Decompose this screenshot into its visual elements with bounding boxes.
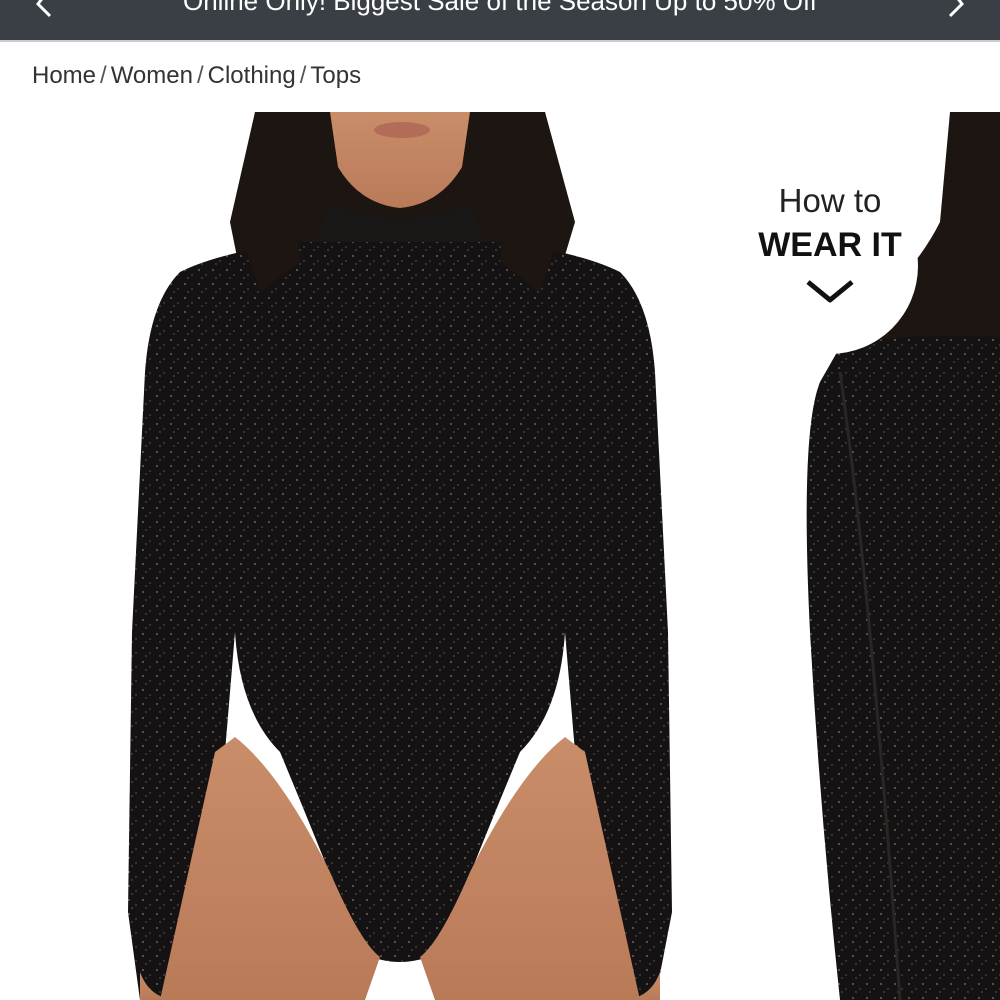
product-gallery[interactable]: How to WEAR IT bbox=[0, 112, 1000, 1000]
chevron-down-icon bbox=[806, 280, 854, 303]
breadcrumb-tops[interactable]: Tops bbox=[310, 62, 361, 89]
breadcrumb-home[interactable]: Home bbox=[32, 62, 96, 89]
how-to-wear-button[interactable]: How to WEAR IT bbox=[742, 178, 918, 354]
promo-next-button[interactable] bbox=[934, 0, 974, 18]
how-to-wear-line1: How to bbox=[778, 182, 882, 219]
product-image-main[interactable] bbox=[0, 112, 780, 1000]
how-to-wear-line2: WEAR IT bbox=[758, 226, 902, 264]
promo-banner: Online Only! Biggest Sale of the Season … bbox=[0, 0, 1000, 42]
breadcrumb-separator: / bbox=[196, 62, 204, 89]
breadcrumb-women[interactable]: Women bbox=[111, 62, 193, 89]
promo-text[interactable]: Online Only! Biggest Sale of the Season … bbox=[0, 0, 1000, 17]
chevron-right-icon bbox=[948, 0, 964, 18]
breadcrumb-clothing[interactable]: Clothing bbox=[208, 62, 296, 89]
breadcrumb: Home / Women / Clothing / Tops bbox=[32, 62, 361, 90]
breadcrumb-separator: / bbox=[100, 62, 107, 89]
breadcrumb-separator: / bbox=[299, 62, 307, 89]
